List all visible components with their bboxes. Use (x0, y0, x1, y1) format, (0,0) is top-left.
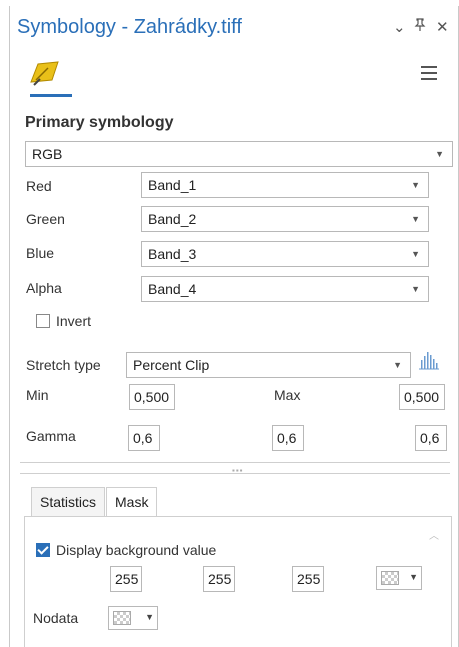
band-value-alpha: Band_4 (148, 281, 197, 297)
primary-symbology-title: Primary symbology (25, 114, 174, 131)
tab-mask[interactable]: Mask (106, 487, 158, 517)
band-label-alpha: Alpha (26, 280, 62, 296)
chevron-down-icon: ▼ (411, 214, 420, 224)
min-input[interactable]: 0,500 (129, 384, 175, 410)
max-label: Max (274, 387, 301, 403)
background-red-input[interactable]: 255 (110, 566, 142, 592)
chevron-down-icon: ▼ (411, 180, 420, 190)
collapse-button[interactable]: ⌄ (393, 18, 406, 36)
chevron-down-icon: ▼ (411, 284, 420, 294)
stretch-type-label: Stretch type (26, 357, 101, 373)
transparent-swatch-icon (113, 611, 131, 625)
renderer-dropdown[interactable]: RGB ▼ (25, 141, 453, 167)
min-label: Min (26, 387, 49, 403)
scroll-up-icon[interactable]: ︿ (429, 527, 439, 542)
band-dropdown-alpha[interactable]: Band_4 ▼ (141, 276, 429, 302)
stretch-type-dropdown[interactable]: Percent Clip ▼ (126, 352, 411, 378)
active-tab-indicator (30, 94, 72, 97)
gamma-input-red[interactable]: 0,6 (128, 425, 160, 451)
band-dropdown-blue[interactable]: Band_3 ▼ (141, 241, 429, 267)
gamma-input-blue[interactable]: 0,6 (415, 425, 447, 451)
transparent-swatch-icon (381, 571, 399, 585)
raster-symbology-icon[interactable] (28, 58, 62, 90)
close-button[interactable]: ✕ (436, 18, 449, 36)
pin-icon[interactable] (414, 18, 426, 36)
chevron-down-icon: ▼ (393, 360, 402, 370)
band-label-blue: Blue (26, 245, 55, 261)
hamburger-menu-icon[interactable] (421, 66, 437, 80)
display-background-label: Display background value (56, 542, 217, 558)
pane-title: Symbology - Zahrádky.tiff (17, 16, 242, 38)
invert-label: Invert (56, 313, 92, 329)
band-dropdown-red[interactable]: Band_1 ▼ (141, 172, 429, 198)
gamma-label: Gamma (26, 428, 76, 444)
histogram-icon[interactable] (418, 350, 440, 370)
invert-checkbox[interactable] (36, 314, 50, 328)
band-value-green: Band_2 (148, 211, 197, 227)
nodata-label: Nodata (33, 610, 79, 626)
band-value-red: Band_1 (148, 177, 197, 193)
chevron-down-icon: ▼ (145, 612, 154, 622)
chevron-down-icon: ▼ (411, 249, 420, 259)
max-input[interactable]: 0,500 (399, 384, 445, 410)
display-background-checkbox[interactable] (36, 543, 50, 557)
background-blue-input[interactable]: 255 (292, 566, 324, 592)
background-green-input[interactable]: 255 (203, 566, 235, 592)
tab-statistics[interactable]: Statistics (31, 487, 106, 517)
nodata-color-picker[interactable]: ▼ (108, 606, 158, 630)
band-dropdown-green[interactable]: Band_2 ▼ (141, 206, 429, 232)
chevron-down-icon: ▼ (409, 572, 418, 582)
band-label-red: Red (26, 178, 52, 194)
band-label-green: Green (26, 211, 65, 227)
stretch-type-value: Percent Clip (133, 357, 210, 373)
band-value-blue: Band_3 (148, 246, 197, 262)
renderer-value: RGB (32, 146, 63, 162)
gamma-input-green[interactable]: 0,6 (272, 425, 304, 451)
chevron-down-icon: ▼ (435, 149, 444, 159)
splitter-line-top (20, 462, 450, 463)
background-color-picker[interactable]: ▼ (376, 566, 422, 590)
splitter-line-bottom (20, 473, 450, 474)
